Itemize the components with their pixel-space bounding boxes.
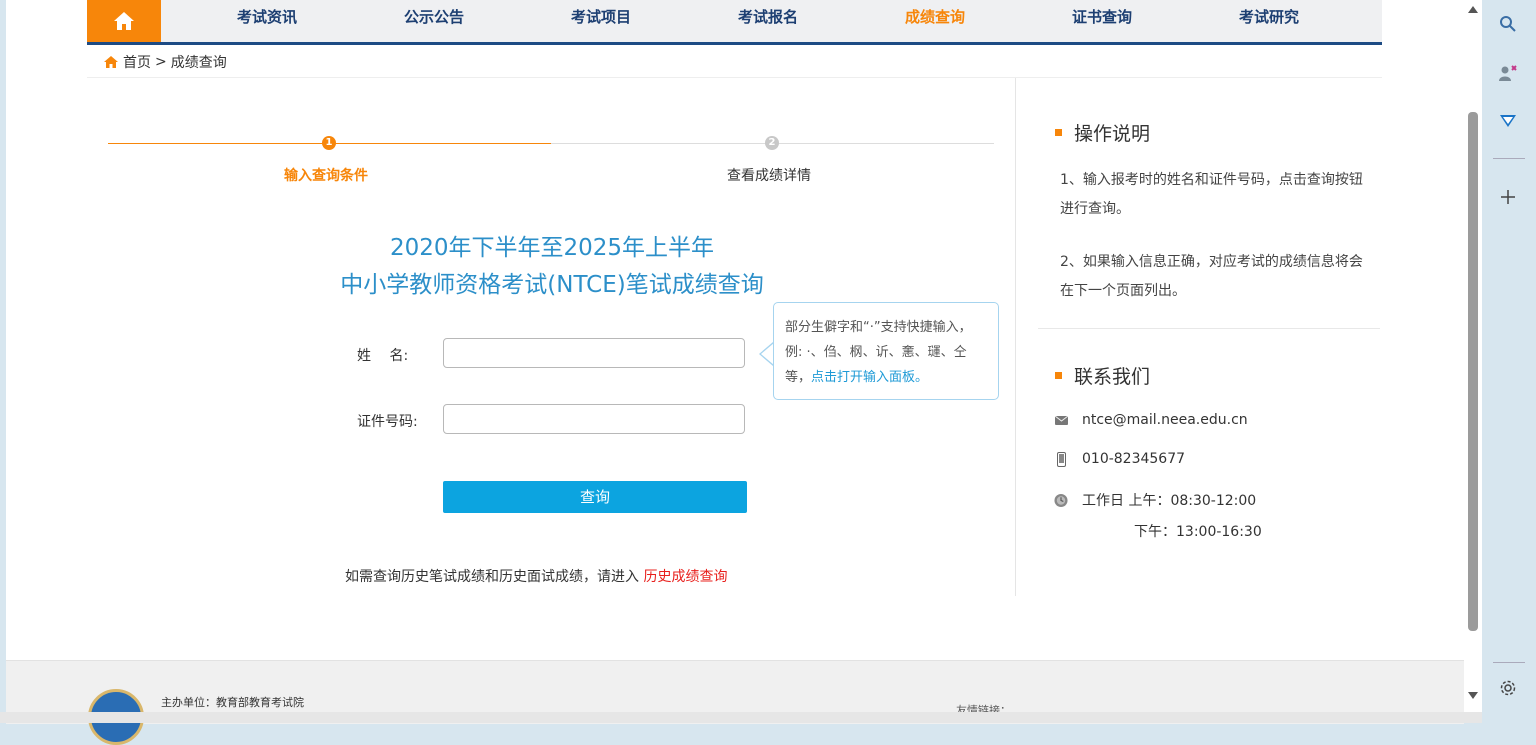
page-title-line1: 2020年下半年至2025年上半年 <box>389 235 715 261</box>
step-1-dot: 1 <box>322 136 336 150</box>
footer-host: 主办单位：教育部教育考试院 <box>161 696 304 709</box>
nav-item-exams[interactable]: 考试项目 <box>541 0 661 42</box>
home-icon <box>104 56 118 68</box>
contact-hours: 工作日 上午：08:30-12:00 <box>1054 490 1256 510</box>
clock-icon <box>1054 493 1068 508</box>
nav-item-registration[interactable]: 考试报名 <box>708 0 828 42</box>
contact-email-text[interactable]: ntce@mail.neea.edu.cn <box>1082 412 1248 428</box>
people-icon[interactable] <box>1497 62 1519 84</box>
contact-title: 联系我们 <box>1074 366 1151 388</box>
name-input[interactable] <box>443 338 745 368</box>
contact-phone: 010-82345677 <box>1054 451 1185 467</box>
page-title-line2: 中小学教师资格考试(NTCE)笔试成绩查询 <box>340 272 764 298</box>
contact-heading: 联系我们 <box>1055 362 1150 389</box>
open-input-panel-link[interactable]: 点击打开输入面板。 <box>811 370 928 385</box>
phone-icon <box>1054 451 1068 467</box>
sidebar-divider <box>1493 662 1525 663</box>
scroll-up-icon[interactable] <box>1468 6 1478 13</box>
contact-hours-am: 工作日 上午：08:30-12:00 <box>1082 493 1257 509</box>
id-number-input[interactable] <box>443 404 745 434</box>
instruction-1: 1、输入报考时的姓名和证件号码，点击查询按钮进行查询。 <box>1060 172 1363 217</box>
bullet-square-icon <box>1055 129 1062 136</box>
nav-item-notices[interactable]: 公示公告 <box>374 0 494 42</box>
divider <box>87 77 1382 78</box>
nav-item-news[interactable]: 考试资讯 <box>207 0 327 42</box>
contact-hours-pm: 下午：13:00-16:30 <box>1134 524 1262 540</box>
query-button[interactable]: 查询 <box>443 481 747 513</box>
scroll-down-icon[interactable] <box>1468 692 1478 699</box>
breadcrumb-home[interactable]: 首页 <box>123 52 151 72</box>
contact-email: ntce@mail.neea.edu.cn <box>1054 412 1248 428</box>
settings-gear-icon[interactable] <box>1497 677 1519 699</box>
history-score-link[interactable]: 历史成绩查询 <box>643 569 727 585</box>
mail-icon <box>1054 415 1068 425</box>
contact-phone-text: 010-82345677 <box>1082 451 1186 467</box>
nav-item-research[interactable]: 考试研究 <box>1209 0 1329 42</box>
browser-sidebar <box>1482 0 1536 723</box>
home-icon <box>114 12 134 30</box>
search-icon[interactable] <box>1497 13 1519 35</box>
rare-char-tooltip: 部分生僻字和“·”支持快捷输入，例: ·、㑇、㭎、䜣、㥣、璭、仝等，点击打开输入… <box>773 302 999 400</box>
instructions-heading: 操作说明 <box>1055 119 1150 146</box>
sidebar-divider <box>1493 158 1525 159</box>
id-number-label: 证件号码: <box>357 414 418 430</box>
name-label: 姓 名: <box>357 348 409 364</box>
history-note: 如需查询历史笔试成绩和历史面试成绩，请进入 历史成绩查询 <box>345 566 727 586</box>
nav-item-score-query[interactable]: 成绩查询 <box>875 0 995 42</box>
home-button[interactable] <box>87 0 161 42</box>
add-icon[interactable] <box>1497 186 1519 208</box>
breadcrumb: 首页 > 成绩查询 <box>103 52 227 72</box>
step-2-dot: 2 <box>765 136 779 150</box>
send-icon[interactable] <box>1497 110 1519 132</box>
page: 考试资讯 公示公告 考试项目 考试报名 成绩查询 证书查询 考试研究 首页 > … <box>6 0 1464 745</box>
main-nav: 考试资讯 公示公告 考试项目 考试报名 成绩查询 证书查询 考试研究 <box>87 0 1382 45</box>
panel-divider <box>1015 78 1016 596</box>
step-1-label: 输入查询条件 <box>284 168 368 184</box>
scrollbar-thumb[interactable] <box>1468 112 1478 631</box>
instruction-2: 2、如果输入信息正确，对应考试的成绩信息将会在下一个页面列出。 <box>1060 254 1363 299</box>
bullet-square-icon <box>1055 372 1062 379</box>
step-2-label: 查看成绩详情 <box>727 168 811 184</box>
breadcrumb-current: 成绩查询 <box>170 55 227 71</box>
history-text: 如需查询历史笔试成绩和历史面试成绩，请进入 <box>345 569 639 585</box>
breadcrumb-separator: > <box>155 54 167 70</box>
taskbar-strip <box>0 712 1482 723</box>
nav-item-certificate[interactable]: 证书查询 <box>1042 0 1162 42</box>
divider <box>1038 328 1380 329</box>
instructions-title: 操作说明 <box>1074 123 1151 145</box>
